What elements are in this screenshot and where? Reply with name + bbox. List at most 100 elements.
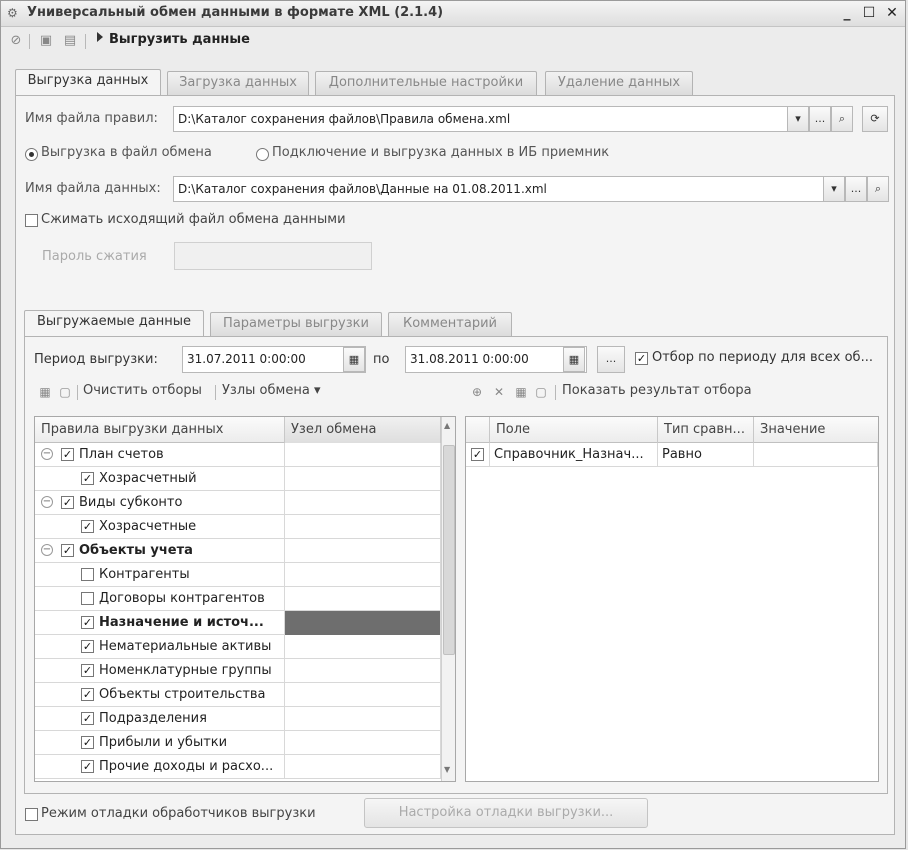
- rules-file-dropdown-button[interactable]: ▾: [787, 106, 809, 132]
- period-filter-label[interactable]: Отбор по периоду для всех об...: [652, 350, 873, 365]
- column-header-rules[interactable]: Правила выгрузки данных: [35, 417, 285, 443]
- scroll-up-icon[interactable]: ▲: [444, 421, 450, 430]
- check-all-icon[interactable]: ▦: [37, 384, 53, 400]
- radio-export-to-db[interactable]: [256, 148, 269, 161]
- open-icon[interactable]: ▤: [61, 32, 79, 50]
- uncheck-all-icon[interactable]: ▢: [533, 384, 549, 400]
- rule-checkbox[interactable]: ✓: [81, 640, 94, 653]
- rule-checkbox[interactable]: ✓: [61, 448, 74, 461]
- show-filter-result-button[interactable]: Показать результат отбора: [562, 383, 752, 398]
- scroll-down-icon[interactable]: ▼: [444, 765, 450, 774]
- tab-import[interactable]: Загрузка данных: [167, 71, 309, 95]
- radio-export-to-db-label[interactable]: Подключение и выгрузка данных в ИБ прием…: [272, 145, 609, 160]
- column-header-exchange-node[interactable]: Узел обмена: [285, 417, 441, 443]
- exchange-node-cell[interactable]: [285, 539, 441, 563]
- tab-additional-settings[interactable]: Дополнительные настройки: [315, 71, 537, 95]
- filter-field-cell[interactable]: Справочник_Назнач...: [490, 443, 658, 467]
- rule-checkbox[interactable]: ✓: [81, 760, 94, 773]
- clear-filters-button[interactable]: Очистить отборы: [83, 383, 202, 398]
- rules-grid-scrollbar[interactable]: ▲ ▼: [441, 417, 455, 781]
- add-icon[interactable]: ⊕: [469, 384, 485, 400]
- rule-checkbox[interactable]: ✓: [61, 496, 74, 509]
- rule-checkbox[interactable]: ✓: [81, 664, 94, 677]
- exchange-node-cell[interactable]: [285, 515, 441, 539]
- table-row[interactable]: − ✓ План счетов: [35, 443, 441, 467]
- reload-rules-icon[interactable]: ⟳: [862, 106, 888, 132]
- delete-icon[interactable]: ✕: [491, 384, 507, 400]
- period-more-button[interactable]: ...: [597, 346, 625, 373]
- rules-file-input[interactable]: D:\Каталог сохранения файлов\Правила обм…: [173, 106, 801, 132]
- calendar-to-icon[interactable]: ▦: [563, 347, 585, 372]
- exchange-nodes-button[interactable]: Узлы обмена ▾: [222, 383, 320, 398]
- maximize-button[interactable]: ☐: [859, 3, 879, 23]
- period-filter-checkbox[interactable]: ✓: [635, 352, 648, 365]
- data-file-dropdown-button[interactable]: ▾: [823, 176, 845, 202]
- exchange-node-cell[interactable]: [285, 755, 441, 779]
- rules-file-search-icon[interactable]: ⌕: [831, 106, 853, 132]
- table-row[interactable]: ✓ Справочник_Назнач... Равно: [466, 443, 878, 467]
- save-icon[interactable]: ▣: [37, 32, 55, 50]
- exchange-node-cell[interactable]: [285, 491, 441, 515]
- rule-checkbox[interactable]: ✓: [81, 472, 94, 485]
- tab-exported-data[interactable]: Выгружаемые данные: [24, 310, 204, 336]
- collapse-icon[interactable]: −: [41, 544, 53, 556]
- filter-compare-cell[interactable]: Равно: [658, 443, 754, 467]
- exchange-node-cell[interactable]: [285, 563, 441, 587]
- exchange-node-cell[interactable]: [285, 659, 441, 683]
- rule-checkbox[interactable]: ✓: [81, 712, 94, 725]
- data-file-browse-button[interactable]: ...: [845, 176, 867, 202]
- table-row[interactable]: − ✓ Объекты учета: [35, 539, 441, 563]
- collapse-icon[interactable]: −: [41, 496, 53, 508]
- debug-settings-button[interactable]: Настройка отладки выгрузки...: [364, 798, 648, 828]
- exchange-node-cell[interactable]: [285, 683, 441, 707]
- calendar-from-icon[interactable]: ▦: [343, 347, 365, 372]
- table-row[interactable]: − ✓ Виды субконто: [35, 491, 441, 515]
- rule-checkbox[interactable]: ✓: [81, 736, 94, 749]
- table-row[interactable]: ✓ Подразделения: [35, 707, 441, 731]
- table-row[interactable]: ✓ Номенклатурные группы: [35, 659, 441, 683]
- tab-delete-data[interactable]: Удаление данных: [545, 71, 693, 95]
- close-button[interactable]: ✕: [882, 3, 902, 23]
- rule-checkbox[interactable]: [81, 592, 94, 605]
- table-row[interactable]: ✓ Прочие доходы и расхо...: [35, 755, 441, 779]
- data-file-search-icon[interactable]: ⌕: [867, 176, 889, 202]
- tab-comment[interactable]: Комментарий: [388, 312, 512, 336]
- column-header-field[interactable]: Поле: [490, 417, 658, 443]
- debug-mode-checkbox[interactable]: [25, 808, 38, 821]
- debug-mode-label[interactable]: Режим отладки обработчиков выгрузки: [41, 806, 316, 821]
- compress-label[interactable]: Сжимать исходящий файл обмена данными: [41, 212, 346, 227]
- data-file-input[interactable]: D:\Каталог сохранения файлов\Данные на 0…: [173, 176, 833, 202]
- table-row[interactable]: ✓ Хозрасчетный: [35, 467, 441, 491]
- rules-file-browse-button[interactable]: ...: [809, 106, 831, 132]
- tab-export-parameters[interactable]: Параметры выгрузки: [210, 312, 382, 336]
- collapse-icon[interactable]: −: [41, 448, 53, 460]
- check-all-icon[interactable]: ▦: [513, 384, 529, 400]
- exchange-node-cell[interactable]: [285, 443, 441, 467]
- rule-checkbox[interactable]: [81, 568, 94, 581]
- column-header-value[interactable]: Значение: [754, 417, 878, 443]
- column-header-compare-type[interactable]: Тип сравн...: [658, 417, 754, 443]
- exchange-node-cell[interactable]: [285, 731, 441, 755]
- filter-value-cell[interactable]: [754, 443, 878, 467]
- table-row[interactable]: Договоры контрагентов: [35, 587, 441, 611]
- rule-checkbox[interactable]: ✓: [81, 688, 94, 701]
- uncheck-all-icon[interactable]: ▢: [57, 384, 73, 400]
- radio-export-to-file[interactable]: [25, 148, 38, 161]
- rule-checkbox[interactable]: ✓: [81, 520, 94, 533]
- exchange-node-cell[interactable]: [285, 587, 441, 611]
- table-row[interactable]: ✓ Нематериальные активы: [35, 635, 441, 659]
- table-row[interactable]: Контрагенты: [35, 563, 441, 587]
- period-from-input[interactable]: 31.07.2011 0:00:00: [182, 346, 366, 373]
- radio-export-to-file-label[interactable]: Выгрузка в файл обмена: [41, 145, 212, 160]
- minimize-button[interactable]: _: [837, 3, 857, 23]
- table-row[interactable]: ✓ Назначение и источ...: [35, 611, 441, 635]
- table-row[interactable]: ✓ Объекты строительства: [35, 683, 441, 707]
- table-row[interactable]: ✓ Хозрасчетные: [35, 515, 441, 539]
- filter-checkbox[interactable]: ✓: [471, 448, 484, 461]
- exchange-node-cell[interactable]: [285, 611, 441, 635]
- rules-grid-scroll-thumb[interactable]: [443, 445, 455, 655]
- exchange-node-cell[interactable]: [285, 635, 441, 659]
- exchange-node-cell[interactable]: [285, 707, 441, 731]
- compress-checkbox[interactable]: [25, 214, 38, 227]
- rule-checkbox[interactable]: ✓: [81, 616, 94, 629]
